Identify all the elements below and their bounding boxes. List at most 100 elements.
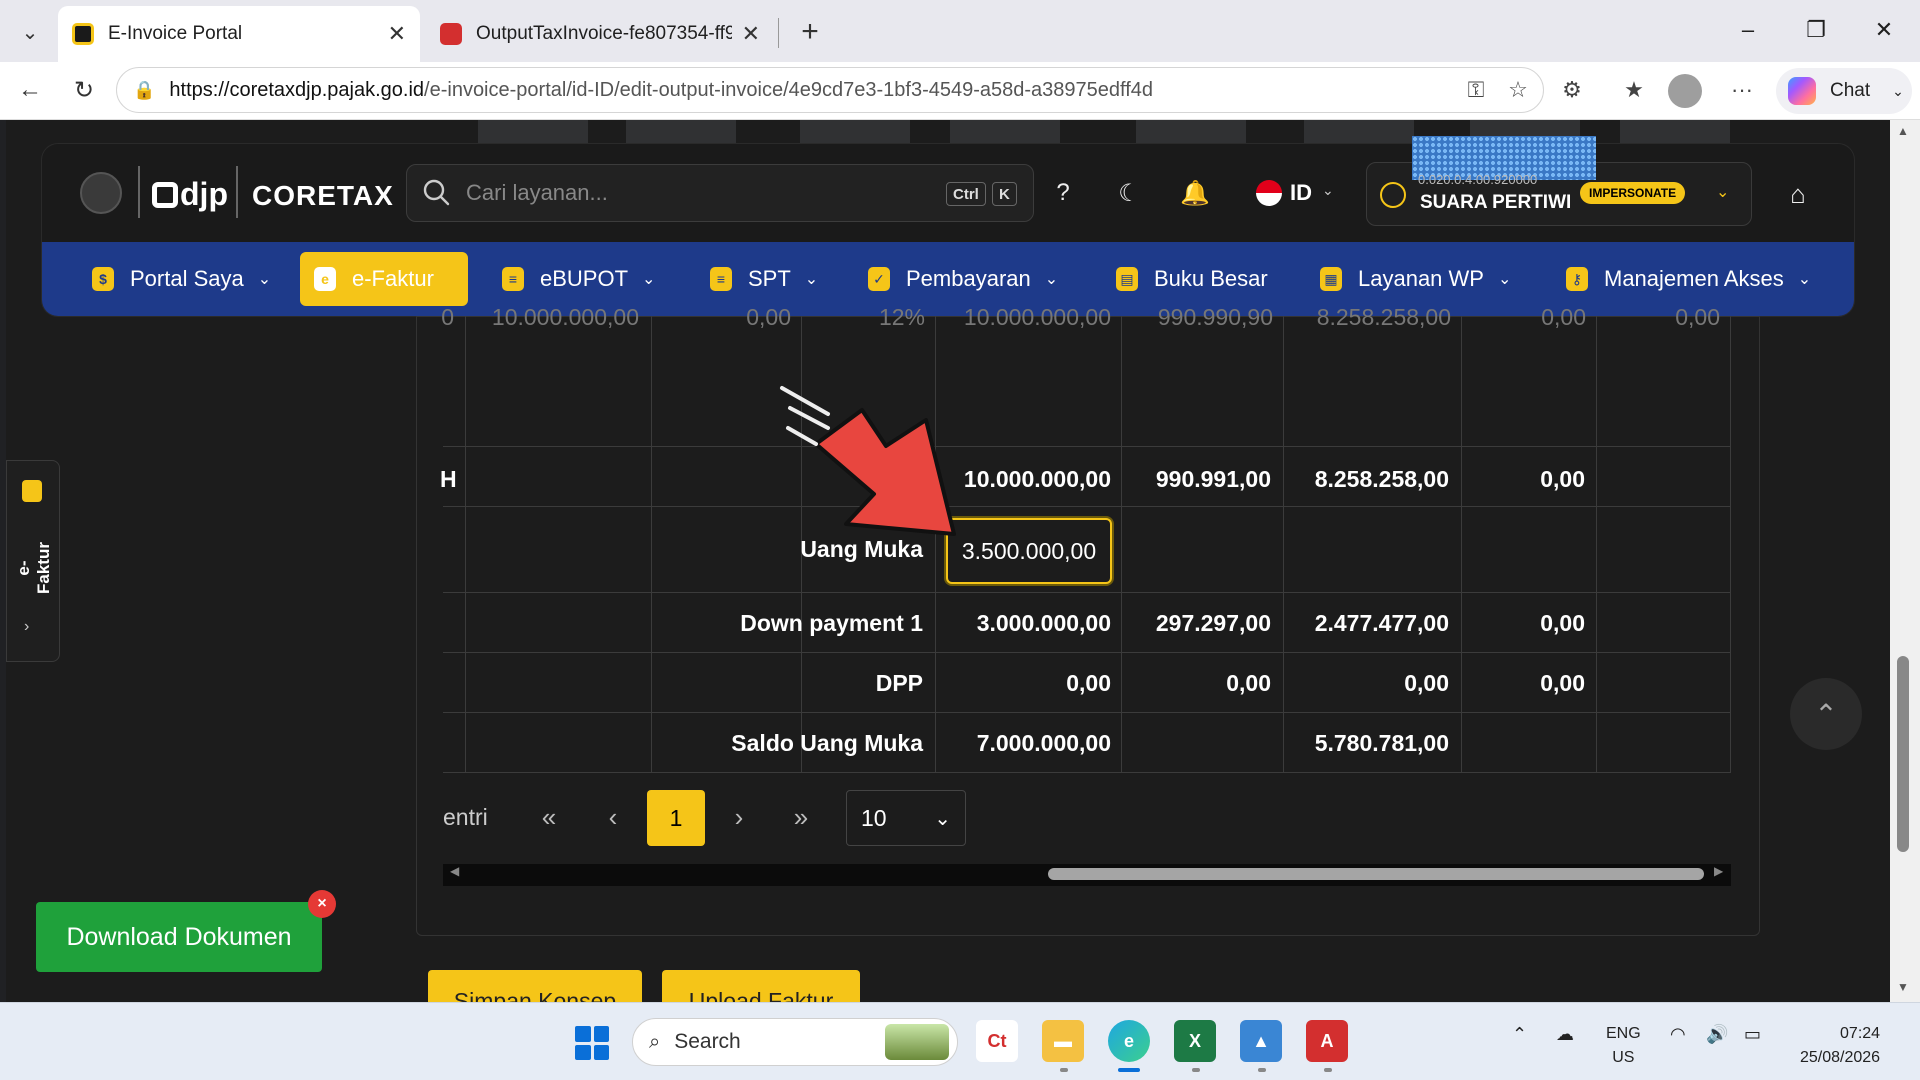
wifi-icon[interactable]: ◠ (1670, 1024, 1686, 1045)
page-scrollbar[interactable] (1890, 120, 1920, 1002)
chevron-down-icon[interactable]: ⌄ (1716, 182, 1729, 202)
logo-divider (138, 166, 140, 218)
extensions-icon[interactable]: ⚙ (1552, 70, 1592, 110)
efaktur-icon: e (314, 267, 336, 291)
scroll-up-arrow-icon[interactable]: ▲ (1896, 124, 1910, 138)
menu-label: SPT (748, 266, 791, 291)
government-emblem-icon (80, 172, 122, 214)
restore-icon[interactable]: ❐ (1788, 10, 1844, 50)
windows-start-icon[interactable] (575, 1026, 609, 1060)
menu-spt[interactable]: ≡ SPT ⌄ (696, 252, 832, 306)
scroll-right-arrow-icon[interactable]: ▶ (1714, 864, 1723, 878)
close-icon[interactable]: × (308, 890, 336, 918)
menu-e-faktur[interactable]: e e-Faktur (300, 252, 468, 306)
favorites-icon[interactable]: ★ (1614, 70, 1654, 110)
tab-separator (778, 18, 779, 48)
last-page-icon[interactable]: » (774, 790, 828, 844)
indonesia-flag-icon[interactable] (1256, 180, 1282, 206)
back-icon[interactable]: ← (10, 70, 50, 110)
chevron-down-icon[interactable]: ⌄ (1322, 182, 1334, 199)
copilot-icon (1788, 77, 1816, 105)
show-hidden-icons-chevron-icon[interactable]: ⌃ (1512, 1024, 1527, 1045)
dpp-label: DPP (875, 670, 923, 696)
page-scrollbar-thumb[interactable] (1897, 656, 1909, 852)
edge-browser-icon[interactable]: e (1108, 1020, 1150, 1062)
tab-e-invoice-portal[interactable]: E-Invoice Portal ✕ (58, 6, 420, 62)
active-app-indicator (1118, 1068, 1140, 1072)
prev-page-icon[interactable]: ‹ (586, 790, 640, 844)
url-field[interactable]: 🔒 https://coretaxdjp.pajak.go.id/e-invoi… (116, 67, 1544, 113)
favorite-star-icon[interactable]: ☆ (1498, 70, 1538, 110)
down-payment-label: Down payment 1 (740, 610, 923, 636)
spt-icon: ≡ (710, 267, 732, 291)
grid-line (1121, 316, 1122, 772)
dark-mode-moon-icon[interactable]: ☾ (1112, 176, 1146, 210)
page-size-select[interactable]: 10 ⌄ (846, 790, 966, 846)
onedrive-cloud-icon[interactable]: ☁ (1556, 1024, 1574, 1045)
menu-buku-besar[interactable]: ▤ Buku Besar (1102, 252, 1282, 306)
profile-avatar[interactable] (1668, 74, 1702, 108)
running-indicator (1324, 1068, 1332, 1072)
file-explorer-icon[interactable]: ▬ (1042, 1020, 1084, 1062)
coretax-app-icon[interactable]: Ct (976, 1020, 1018, 1062)
minimize-icon[interactable]: – (1720, 10, 1776, 50)
menu-pembayaran[interactable]: ✓ Pembayaran ⌄ (854, 252, 1072, 306)
coretax-logo[interactable]: CORETAX (252, 180, 394, 212)
djp-logo[interactable]: djp (152, 176, 228, 213)
url-path: /e-invoice-portal/id-ID/edit-output-invo… (424, 78, 1154, 101)
scroll-to-top-button[interactable]: ⌃ (1790, 678, 1862, 750)
battery-icon[interactable]: ▭ (1744, 1024, 1761, 1045)
scroll-down-arrow-icon[interactable]: ▼ (1896, 980, 1910, 994)
close-tab-icon[interactable]: ✕ (742, 21, 760, 47)
running-indicator (1258, 1068, 1266, 1072)
url-host: https://coretaxdjp.pajak.go.id (169, 78, 425, 101)
taskbar-search-box[interactable]: ⌕ Search (632, 1018, 958, 1066)
excel-icon[interactable]: X (1174, 1020, 1216, 1062)
notification-bell-icon[interactable]: 🔔 (1178, 176, 1212, 210)
input-language-indicator[interactable]: ENG US (1606, 1022, 1641, 1070)
page-1-button[interactable]: 1 (647, 790, 705, 846)
language-selector[interactable]: ID (1290, 180, 1312, 206)
menu-manajemen-akses[interactable]: ⚷ Manajemen Akses ⌄ (1552, 252, 1825, 306)
search-placeholder: Cari layanan... (466, 180, 608, 205)
tab-title: OutputTaxInvoice-fe807354-ff9d-4 (476, 23, 732, 44)
chevron-right-icon[interactable]: › (24, 618, 29, 636)
home-icon[interactable]: ⌂ (1780, 176, 1816, 212)
grid-line (1283, 316, 1284, 772)
more-menu-icon[interactable]: ··· (1722, 70, 1762, 110)
menu-label: Pembayaran (906, 266, 1031, 291)
copilot-chat-button[interactable]: Chat ⌄ (1776, 68, 1912, 114)
running-indicator (1060, 1068, 1068, 1072)
portal-icon: $ (92, 267, 114, 291)
lang-code: ENG (1606, 1025, 1641, 1042)
uang-muka-input[interactable] (946, 518, 1112, 584)
search-icon (423, 179, 450, 206)
scroll-left-arrow-icon[interactable]: ◀ (450, 864, 459, 878)
help-chat-icon[interactable]: ? (1046, 176, 1080, 210)
photos-app-icon[interactable]: ▲ (1240, 1020, 1282, 1062)
ebupot-icon: ≡ (502, 267, 524, 291)
volume-icon[interactable]: 🔊 (1706, 1024, 1728, 1045)
next-page-icon[interactable]: › (712, 790, 766, 844)
total-row-label: H (440, 466, 457, 492)
menu-portal-saya[interactable]: $ Portal Saya ⌄ (78, 252, 285, 306)
first-page-icon[interactable]: « (522, 790, 576, 844)
grid-line (443, 772, 1731, 773)
menu-layanan-wp[interactable]: ▦ Layanan WP ⌄ (1306, 252, 1525, 306)
table-scrollbar-thumb[interactable] (1048, 868, 1704, 880)
impersonate-badge: IMPERSONATE (1580, 182, 1686, 204)
tab-actions-icon[interactable]: ⌄ (10, 12, 50, 52)
chevron-down-icon[interactable]: ⌄ (1892, 83, 1904, 100)
close-window-icon[interactable]: ✕ (1856, 10, 1912, 50)
key-icon[interactable]: ⚿ (1456, 70, 1496, 110)
close-tab-icon[interactable]: ✕ (388, 21, 406, 47)
table-cell: 0 (441, 304, 454, 330)
download-dokumen-button[interactable]: Download Dokumen (36, 902, 322, 972)
system-clock[interactable]: 07:24 25/08/2026 (1800, 1022, 1880, 1070)
reload-icon[interactable]: ↻ (64, 70, 104, 110)
down-payment-dpp-nilai-lain: 297.297,00 (1155, 610, 1271, 636)
new-tab-icon[interactable]: + (790, 12, 830, 52)
menu-ebupot[interactable]: ≡ eBUPOT ⌄ (488, 252, 669, 306)
tab-output-tax-invoice[interactable]: OutputTaxInvoice-fe807354-ff9d-4 ✕ (426, 6, 774, 62)
acrobat-icon[interactable]: A (1306, 1020, 1348, 1062)
